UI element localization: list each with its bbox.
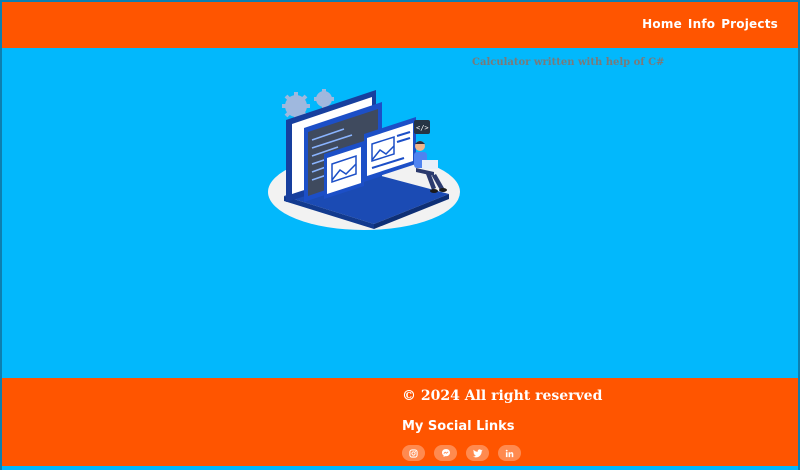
nav-projects-link[interactable]: Projects <box>721 17 778 31</box>
project-caption: Calculator written with help of C# <box>472 57 665 68</box>
nav-home-link[interactable]: Home <box>642 17 682 31</box>
social-links-title: My Social Links <box>402 419 515 434</box>
footer: © 2024 All right reserved My Social Link… <box>2 378 798 470</box>
page: Home Info Projects Calculator written wi… <box>0 0 800 470</box>
copyright-text: © 2024 All right reserved <box>402 388 603 404</box>
header-bar: Home Info Projects <box>2 0 798 48</box>
messenger-icon <box>441 449 450 457</box>
svg-text:</>: </> <box>416 124 429 132</box>
main-nav: Home Info Projects <box>642 17 778 31</box>
bottom-edge <box>2 466 798 470</box>
messenger-button[interactable] <box>434 445 457 461</box>
twitter-icon <box>472 448 483 457</box>
linkedin-button[interactable] <box>498 445 521 461</box>
twitter-button[interactable] <box>466 445 489 461</box>
developer-laptop-illustration: </> <box>268 89 460 230</box>
nav-info-link[interactable]: Info <box>688 17 715 31</box>
social-links <box>402 445 521 461</box>
instagram-icon <box>409 448 418 458</box>
linkedin-icon <box>505 449 514 457</box>
instagram-button[interactable] <box>402 445 425 461</box>
